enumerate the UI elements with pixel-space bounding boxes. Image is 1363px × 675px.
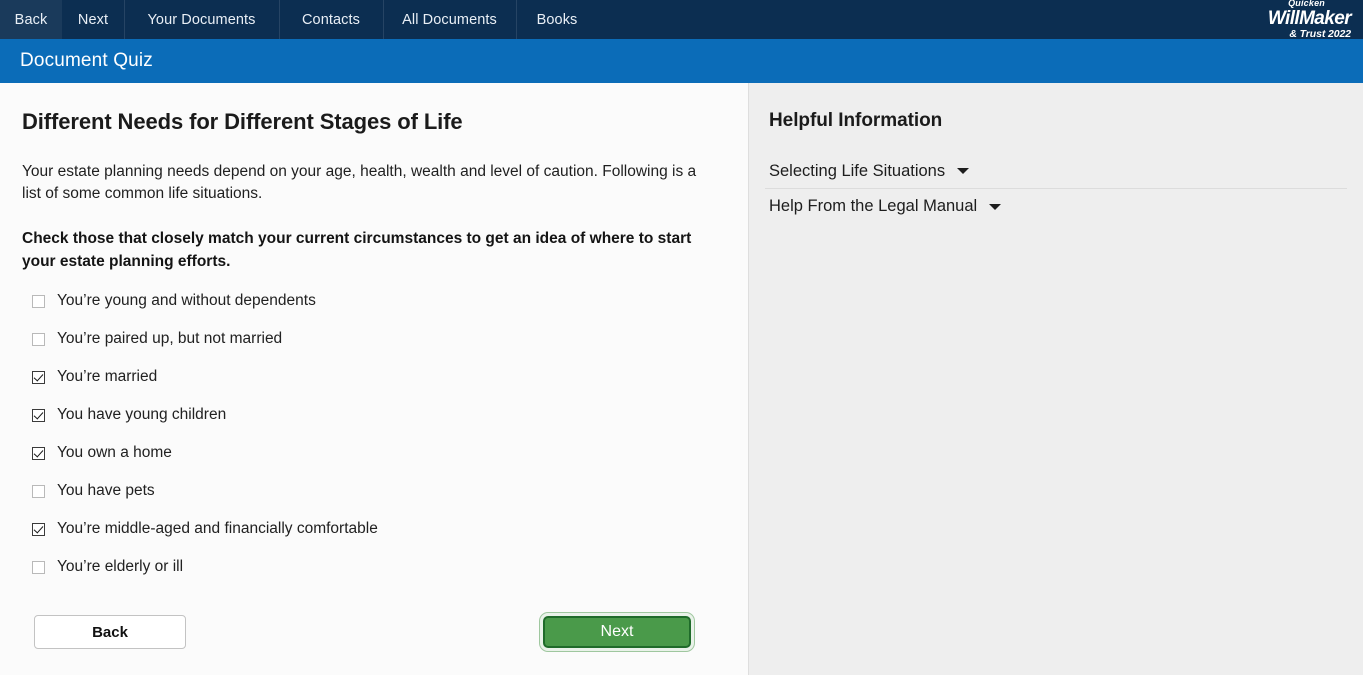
checkbox-label: You’re married bbox=[57, 368, 157, 386]
helpful-information-list: Selecting Life Situations Help From the L… bbox=[765, 154, 1347, 224]
checkbox-row[interactable]: You’re elderly or ill bbox=[22, 548, 720, 586]
helpful-information-heading: Helpful Information bbox=[769, 110, 1347, 132]
checkbox-checked-icon[interactable] bbox=[32, 523, 45, 536]
life-situations-checklist: You’re young and without dependents You’r… bbox=[22, 282, 720, 586]
nav-contacts-label: Contacts bbox=[302, 12, 360, 28]
checkbox-label: You’re young and without dependents bbox=[57, 292, 316, 310]
page-title: Document Quiz bbox=[20, 50, 153, 72]
next-button-focus-ring: Next bbox=[540, 613, 694, 651]
checkbox-row[interactable]: You’re young and without dependents bbox=[22, 282, 720, 320]
helpful-information-pane: Helpful Information Selecting Life Situa… bbox=[749, 83, 1363, 675]
page-title-bar: Document Quiz bbox=[0, 39, 1363, 83]
nav-books-button[interactable]: Books bbox=[516, 0, 598, 39]
chevron-down-icon[interactable] bbox=[989, 204, 1001, 210]
instruction-paragraph: Check those that closely match your curr… bbox=[22, 227, 720, 273]
checkbox-unchecked-icon[interactable] bbox=[32, 333, 45, 346]
nav-all-documents-button[interactable]: All Documents bbox=[383, 0, 516, 39]
nav-contacts-button[interactable]: Contacts bbox=[279, 0, 383, 39]
intro-paragraph: Your estate planning needs depend on you… bbox=[22, 161, 712, 205]
top-navigation-bar: Back Next Your Documents Contacts All Do… bbox=[0, 0, 1363, 39]
nav-back-label: Back bbox=[15, 12, 48, 28]
checkbox-unchecked-icon[interactable] bbox=[32, 295, 45, 308]
section-heading: Different Needs for Different Stages of … bbox=[22, 109, 720, 135]
brand-logo: Quicken WillMaker & Trust 2022 bbox=[1225, 0, 1357, 39]
back-button[interactable]: Back bbox=[34, 615, 186, 649]
nav-books-label: Books bbox=[537, 12, 578, 28]
checkbox-row[interactable]: You’re married bbox=[22, 358, 720, 396]
brand-quicken-text: Quicken bbox=[1288, 0, 1325, 8]
helpful-information-item[interactable]: Help From the Legal Manual bbox=[765, 189, 1347, 224]
nav-next-label: Next bbox=[78, 12, 108, 28]
checkbox-label: You’re paired up, but not married bbox=[57, 330, 282, 348]
nav-back-button[interactable]: Back bbox=[0, 0, 62, 39]
app-window: Back Next Your Documents Contacts All Do… bbox=[0, 0, 1363, 675]
nav-next-button[interactable]: Next bbox=[62, 0, 124, 39]
checkbox-label: You’re elderly or ill bbox=[57, 558, 183, 576]
form-button-row: Back Next bbox=[22, 610, 720, 654]
checkbox-label: You own a home bbox=[57, 444, 172, 462]
nav-your-documents-label: Your Documents bbox=[147, 12, 255, 28]
next-button[interactable]: Next bbox=[543, 616, 691, 648]
checkbox-row[interactable]: You’re middle-aged and financially comfo… bbox=[22, 510, 720, 548]
checkbox-unchecked-icon[interactable] bbox=[32, 485, 45, 498]
main-content-pane: Different Needs for Different Stages of … bbox=[0, 83, 748, 675]
helpful-information-item-label: Selecting Life Situations bbox=[769, 162, 945, 181]
checkbox-label: You’re middle-aged and financially comfo… bbox=[57, 520, 378, 538]
nav-your-documents-button[interactable]: Your Documents bbox=[124, 0, 279, 39]
checkbox-row[interactable]: You own a home bbox=[22, 434, 720, 472]
chevron-down-icon[interactable] bbox=[957, 168, 969, 174]
nav-all-documents-label: All Documents bbox=[402, 12, 497, 28]
content-area: Different Needs for Different Stages of … bbox=[0, 83, 1363, 675]
checkbox-row[interactable]: You have pets bbox=[22, 472, 720, 510]
checkbox-checked-icon[interactable] bbox=[32, 371, 45, 384]
checkbox-checked-icon[interactable] bbox=[32, 409, 45, 422]
checkbox-row[interactable]: You have young children bbox=[22, 396, 720, 434]
helpful-information-item[interactable]: Selecting Life Situations bbox=[765, 154, 1347, 189]
brand-trust-text: & Trust 2022 bbox=[1289, 29, 1351, 40]
brand-willmaker-text: WillMaker bbox=[1268, 9, 1351, 28]
checkbox-label: You have pets bbox=[57, 482, 155, 500]
checkbox-row[interactable]: You’re paired up, but not married bbox=[22, 320, 720, 358]
checkbox-checked-icon[interactable] bbox=[32, 447, 45, 460]
checkbox-unchecked-icon[interactable] bbox=[32, 561, 45, 574]
helpful-information-item-label: Help From the Legal Manual bbox=[769, 197, 977, 216]
checkbox-label: You have young children bbox=[57, 406, 226, 424]
